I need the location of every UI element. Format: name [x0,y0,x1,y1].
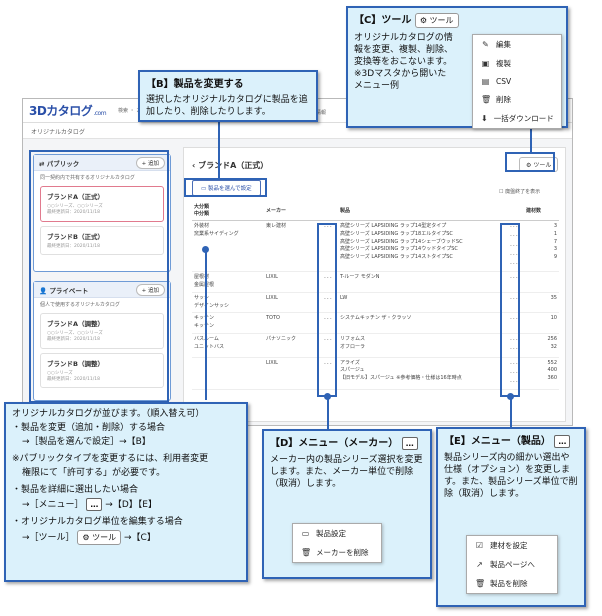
col-category: 大分類 中分類 [192,200,264,221]
callout-title: 【E】メニュー（製品） … [438,429,584,450]
menu-item-material-settings[interactable]: ☑ 建材を設定 [467,536,557,555]
connector-b [218,115,220,178]
check-icon: ☑ [475,541,484,550]
product-cell: システムキッチン ザ・クラッソ [338,312,508,334]
col-maker: メーカー [264,200,322,221]
menu-item-duplicate[interactable]: ▣ 複製 [473,54,561,73]
product-cell: T-ルーフ モダンN [338,271,508,293]
col-count: 建材数 [524,200,559,221]
callout-text: メーカー内の製品シリーズ選択を変更します。また、メーカー単位で削除（取消）します… [270,454,423,489]
connector-e [510,397,512,427]
product-cell: リフォムス オフローラ [338,333,508,358]
tool-badge: ⚙ ツール [414,12,459,28]
tool-menu: ✎ 編集 ▣ 複製 ▤ CSV 🗑 削除 ⬇ 一括ダウンロード [472,34,562,129]
dots-badge: … [86,497,103,511]
product-cell: アライズ スパージュ 【旧モデル】スパージュ ※参考価格・仕様は16年時点 [338,357,508,391]
callout-text: オリジナルカタログの情報を変更、複製、削除、変換等をおこないます。※3Dマスタか… [354,32,454,92]
maker-cell: LIXIL [264,292,322,314]
external-link-icon: ↗ [476,560,483,569]
callout-title: 【D】メニュー（メーカー） … [264,431,430,452]
maker-cell: TOTO [264,312,322,334]
maker-menu-highlight [317,223,337,397]
maker-cell: パナソニック [264,333,322,358]
product-menu-highlight [500,223,520,397]
menu-item-edit[interactable]: ✎ 編集 [473,35,561,54]
maker-cell: 東レ建材 [264,220,322,273]
callout-title: 【C】ツール ⚙ ツール [348,8,566,30]
dots-badge: … [554,434,571,448]
category-cell: サッシ デザインサッシ [192,292,264,314]
category-cell [192,357,264,391]
col-product: 製品 [338,200,508,221]
product-cell: LW [338,292,508,314]
menu-item-csv[interactable]: ▤ CSV [473,73,561,90]
callout-title: 【B】製品を変更する [146,79,244,90]
category-cell: キッチン キッチン [192,312,264,334]
menu-item-product-page[interactable]: ↗ 製品ページへ [467,555,557,574]
product-cell: 高壁シリーズ LAPSIDING ラップ14型定タイプ 高壁シリーズ LAPSID… [338,220,508,273]
show-discontinued-checkbox[interactable]: ☐ 廃盤終了を表示 [499,188,540,195]
tool-button-highlight [505,152,555,172]
document-icon: ▭ [301,529,310,538]
maker-menu: ▭ 製品設定 🗑 メーカーを削除 [292,523,382,563]
callout-product-menu: 【E】メニュー（製品） … 製品シリーズ内の細かい選出や仕様（オプション）を変更… [436,427,586,607]
catalog-list-highlight [29,150,169,403]
callout-text: 選択したオリジナルカタログに製品を追加したり、削除したりします。 [146,95,308,118]
callout-text: 製品シリーズ内の細かい選出や仕様（オプション）を変更します。また、製品シリーズ単… [444,452,578,499]
menu-item-delete-product[interactable]: 🗑 製品を削除 [467,574,557,593]
menu-item-product-settings[interactable]: ▭ 製品設定 [293,524,381,543]
count-cell: 10 [524,312,559,334]
download-icon: ⬇ [481,114,488,123]
maker-cell: LIXIL [264,271,322,293]
trash-icon: 🗑 [481,95,492,104]
connector-d [327,397,329,429]
category-cell: 屋根材 金属屋根 [192,271,264,293]
product-menu: ☑ 建材を設定 ↗ 製品ページへ 🗑 製品を削除 [466,535,558,594]
trash-icon: 🗑 [475,579,486,588]
edit-icon: ✎ [482,40,489,49]
select-products-highlight [184,178,267,197]
callout-maker-menu: 【D】メニュー（メーカー） … メーカー内の製品シリーズ選択を変更します。また、… [262,429,432,579]
table-header: 大分類 中分類 メーカー 製品 建材数 [192,200,559,221]
dots-badge: … [401,436,418,450]
menu-item-download[interactable]: ⬇ 一括ダウンロード [473,109,561,128]
connector-e-dot [507,393,514,400]
maker-cell: LIXIL [264,357,322,391]
trash-icon: 🗑 [301,548,312,557]
connector-c [530,125,532,152]
callout-change-products: 【B】製品を変更する 選択したオリジナルカタログに製品を追加したり、削除したりし… [138,70,318,122]
file-icon: ▤ [481,77,490,86]
connector-a [205,250,207,400]
callout-catalog-list: オリジナルカタログが並びます。（順入替え可） ・製品を変更（追加・削除）する場合… [4,402,248,582]
connector-d-dot [324,393,331,400]
count-cell: 35 [524,292,559,314]
copy-icon: ▣ [481,59,490,68]
count-cell: 256 32 [524,333,559,358]
tool-badge: ⚙ ツール [77,529,122,545]
callout-tool: 【C】ツール ⚙ ツール オリジナルカタログの情報を変更、複製、削除、変換等をお… [346,6,568,129]
count-cell: 552 400 360 [524,357,559,391]
count-cell: 31739 [524,220,559,273]
menu-item-delete-maker[interactable]: 🗑 メーカーを削除 [293,543,381,562]
category-cell: バスルームユニットバス [192,333,264,358]
logo[interactable]: 3Dカタログ.com [29,102,107,119]
callout-text: オリジナルカタログが並びます。（順入替え可） ・製品を変更（追加・削除）する場合… [12,409,209,545]
page-title: ‹ ブランドA（正式） [192,161,269,170]
connector-a-dot [202,246,209,253]
menu-item-delete[interactable]: 🗑 削除 [473,90,561,109]
count-cell [524,271,559,293]
